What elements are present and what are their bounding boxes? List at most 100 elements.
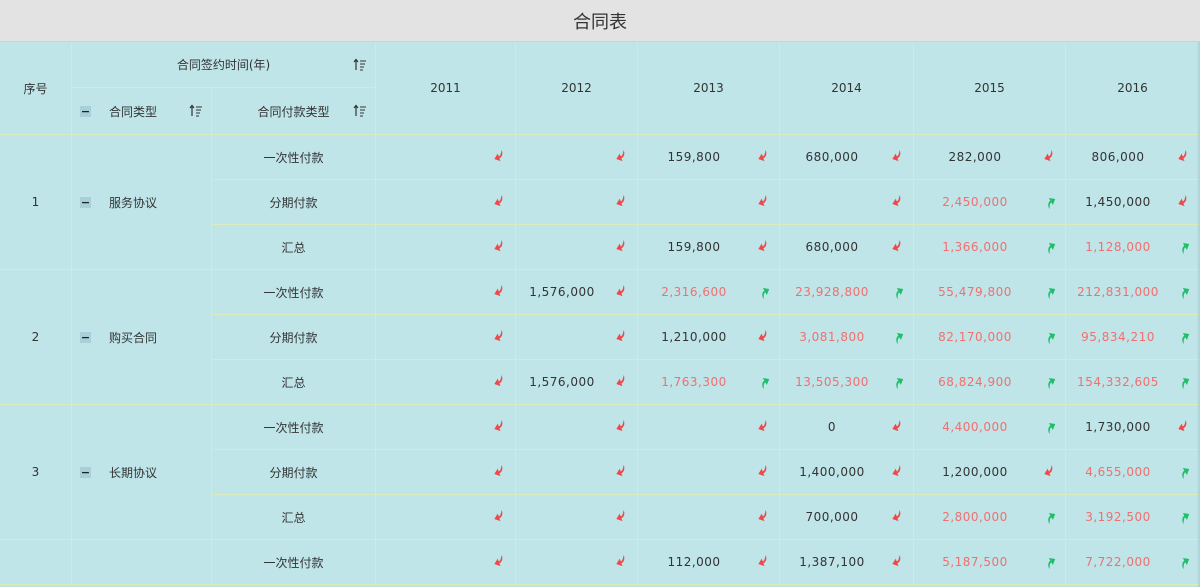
- contract-type-group[interactable]: [72, 540, 212, 585]
- header-contract-type[interactable]: − 合同类型: [72, 88, 212, 135]
- cell-value: [516, 450, 608, 494]
- trend-up-arrow-icon: [1182, 243, 1190, 254]
- table-cell: [516, 135, 638, 180]
- cell-value: 1,210,000: [661, 330, 727, 344]
- table-cell: 2,450,000: [914, 180, 1066, 225]
- cell-value: [516, 225, 608, 269]
- cell-value: [376, 360, 486, 404]
- table-cell: 1,200,000: [914, 450, 1066, 495]
- cell-value: 1,450,000: [1085, 195, 1151, 209]
- table-cell: 1,763,300: [638, 360, 780, 405]
- cell-value: [516, 180, 608, 224]
- cell-value: 55,479,800: [938, 285, 1012, 299]
- trend-down-arrow-icon: [892, 150, 901, 162]
- table-cell: [516, 540, 638, 585]
- cell-value: 5,187,500: [942, 555, 1008, 569]
- cell-value: 680,000: [805, 150, 859, 164]
- trend-up-arrow-icon: [1048, 423, 1056, 434]
- contract-type-name: 长期协议: [109, 465, 158, 480]
- trend-down-arrow-icon: [616, 240, 625, 252]
- contract-type-group[interactable]: − 服务协议: [72, 135, 212, 270]
- trend-up-arrow-icon: [1048, 513, 1056, 524]
- header-sign-time-label: 合同签约时间(年): [176, 58, 271, 72]
- contract-type-group[interactable]: − 购买合同: [72, 270, 212, 405]
- cell-value: [780, 180, 884, 224]
- sort-asc-icon[interactable]: [353, 58, 367, 72]
- trend-down-arrow-icon: [758, 420, 767, 432]
- table-cell: 0: [780, 405, 914, 450]
- collapse-minus-icon[interactable]: −: [80, 331, 91, 343]
- collapse-minus-icon[interactable]: −: [80, 105, 91, 117]
- header-payment-type-label: 合同付款类型: [257, 104, 330, 119]
- cell-value: 4,400,000: [942, 420, 1008, 434]
- collapse-minus-icon[interactable]: −: [80, 196, 91, 208]
- sort-asc-icon[interactable]: [353, 104, 367, 118]
- trend-up-arrow-icon: [1048, 333, 1056, 344]
- cell-value: [638, 180, 750, 224]
- trend-down-arrow-icon: [494, 465, 503, 477]
- cell-value: 112,000: [667, 555, 721, 569]
- header-year-2011[interactable]: 2011: [376, 42, 516, 135]
- cell-value: 282,000: [948, 150, 1002, 164]
- trend-down-arrow-icon: [1178, 195, 1187, 207]
- payment-type-label: 分期付款: [212, 315, 376, 360]
- cell-value: [376, 495, 486, 539]
- table-cell: [376, 360, 516, 405]
- cell-value: [376, 540, 486, 584]
- header-year-2012[interactable]: 2012: [516, 42, 638, 135]
- table-cell: [516, 495, 638, 540]
- header-year-2013[interactable]: 2013: [638, 42, 780, 135]
- table-cell: 2,800,000: [914, 495, 1066, 540]
- payment-type-label: 一次性付款: [212, 270, 376, 315]
- trend-up-arrow-icon: [896, 288, 904, 299]
- cell-value: 23,928,800: [795, 285, 869, 299]
- header-year-2016[interactable]: 2016: [1066, 42, 1200, 135]
- cell-value: 700,000: [805, 510, 859, 524]
- header-year-2015[interactable]: 2015: [914, 42, 1066, 135]
- pivot-table: 序号 合同签约时间(年) − 合同类型 合同付款类型 2011 2012 2013 2014 20…: [0, 42, 1200, 587]
- cell-value: [638, 450, 750, 494]
- table-cell: 13,505,300: [780, 360, 914, 405]
- row-seq: 1: [0, 135, 72, 270]
- table-cell: 1,576,000: [516, 270, 638, 315]
- collapse-minus-icon[interactable]: −: [80, 466, 91, 478]
- table-cell: 68,824,900: [914, 360, 1066, 405]
- trend-up-arrow-icon: [762, 378, 770, 389]
- cell-value: [376, 270, 486, 314]
- trend-down-arrow-icon: [494, 510, 503, 522]
- sort-asc-icon[interactable]: [189, 104, 203, 118]
- trend-up-arrow-icon: [896, 378, 904, 389]
- trend-down-arrow-icon: [494, 375, 503, 387]
- trend-down-arrow-icon: [616, 195, 625, 207]
- payment-type-label: 汇总: [212, 225, 376, 270]
- payment-type-label: 一次性付款: [212, 540, 376, 585]
- trend-down-arrow-icon: [494, 240, 503, 252]
- trend-up-arrow-icon: [762, 288, 770, 299]
- contract-type-group[interactable]: − 长期协议: [72, 405, 212, 540]
- cell-value: 159,800: [667, 150, 721, 164]
- cell-value: 2,316,600: [661, 285, 727, 299]
- cell-value: 1,200,000: [942, 465, 1008, 479]
- cell-value: 3,192,500: [1085, 510, 1151, 524]
- cell-value: [516, 315, 608, 359]
- table-cell: 159,800: [638, 135, 780, 180]
- table-cell: 5,187,500: [914, 540, 1066, 585]
- cell-value: 1,400,000: [799, 465, 865, 479]
- table-cell: [516, 180, 638, 225]
- cell-value: [376, 135, 486, 179]
- trend-up-arrow-icon: [896, 333, 904, 344]
- table-cell: 806,000: [1066, 135, 1200, 180]
- cell-value: 4,655,000: [1085, 465, 1151, 479]
- cell-value: 212,831,000: [1077, 285, 1159, 299]
- header-sign-time[interactable]: 合同签约时间(年): [72, 42, 376, 88]
- trend-up-arrow-icon: [1182, 333, 1190, 344]
- cell-value: 13,505,300: [795, 375, 869, 389]
- cell-value: [638, 495, 750, 539]
- header-payment-type[interactable]: 合同付款类型: [212, 88, 376, 135]
- table-cell: 1,128,000: [1066, 225, 1200, 270]
- table-cell: [376, 405, 516, 450]
- header-year-2014[interactable]: 2014: [780, 42, 914, 135]
- table-cell: [376, 225, 516, 270]
- trend-down-arrow-icon: [758, 195, 767, 207]
- trend-down-arrow-icon: [758, 510, 767, 522]
